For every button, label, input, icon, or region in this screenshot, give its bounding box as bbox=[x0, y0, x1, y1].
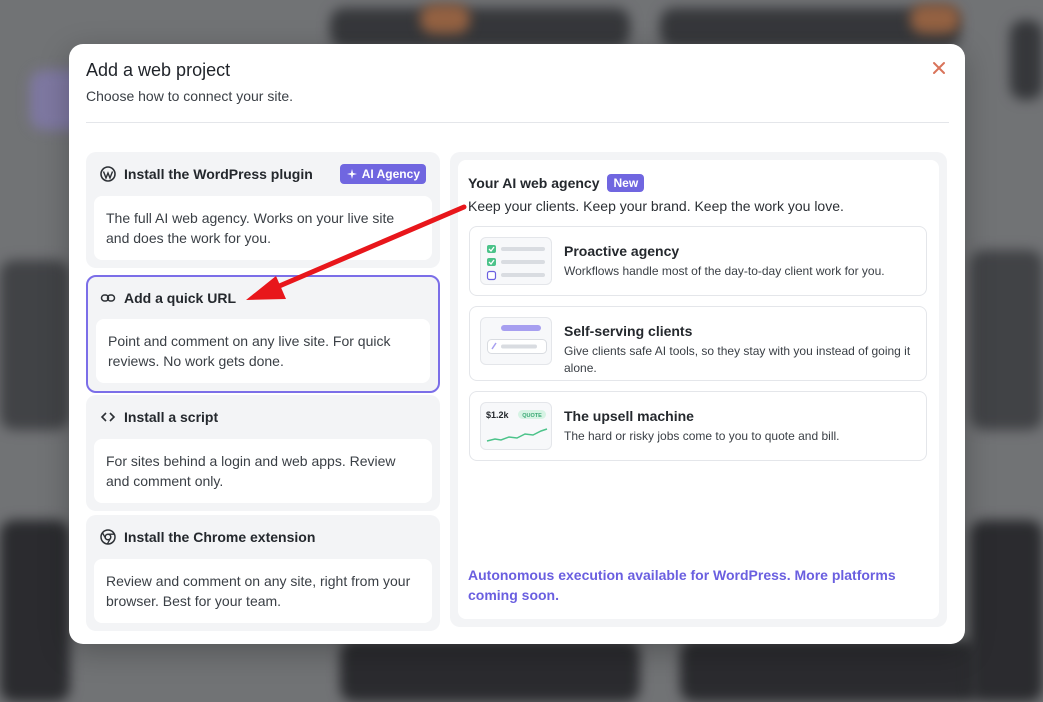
option-quick-url[interactable]: Add a quick URL Point and comment on any… bbox=[86, 275, 440, 393]
ai-agency-panel: Your AI web agency New Keep your clients… bbox=[450, 152, 947, 627]
option-description: For sites behind a login and web apps. R… bbox=[94, 439, 432, 503]
feature-title: The upsell machine bbox=[564, 408, 694, 424]
divider bbox=[86, 122, 949, 123]
chrome-icon bbox=[100, 529, 116, 545]
quote-thumbnail: $1.2k QUOTE bbox=[480, 402, 552, 450]
feature-upsell-machine: $1.2k QUOTE The upsell machine The hard … bbox=[469, 391, 927, 461]
panel-title: Your AI web agency New bbox=[468, 174, 645, 192]
new-badge: New bbox=[607, 174, 645, 192]
option-wordpress-plugin[interactable]: Install the WordPress plugin AI Agency T… bbox=[86, 152, 440, 268]
option-description: The full AI web agency. Works on your li… bbox=[94, 196, 432, 260]
option-title: Install the Chrome extension bbox=[124, 529, 316, 545]
feature-description: Give clients safe AI tools, so they stay… bbox=[564, 344, 911, 375]
dialog-subtitle: Choose how to connect your site. bbox=[86, 88, 294, 104]
feature-description: The hard or risky jobs come to you to qu… bbox=[564, 429, 840, 443]
ai-tools-thumbnail bbox=[480, 317, 552, 365]
checklist-thumbnail bbox=[480, 237, 552, 285]
feature-proactive-agency: Proactive agency Workflows handle most o… bbox=[469, 226, 927, 296]
ai-agency-badge: AI Agency bbox=[339, 164, 426, 184]
feature-title: Self-serving clients bbox=[564, 323, 693, 339]
option-description: Review and comment on any site, right fr… bbox=[94, 559, 432, 623]
link-icon bbox=[100, 290, 116, 306]
option-title: Add a quick URL bbox=[124, 290, 237, 306]
feature-title: Proactive agency bbox=[564, 243, 680, 259]
svg-text:$1.2k: $1.2k bbox=[486, 410, 510, 420]
code-icon bbox=[100, 409, 116, 425]
svg-text:QUOTE: QUOTE bbox=[522, 413, 542, 419]
dialog-title: Add a web project bbox=[86, 60, 231, 80]
option-title: Install the WordPress plugin bbox=[124, 166, 313, 182]
panel-subtitle: Keep your clients. Keep your brand. Keep… bbox=[468, 198, 844, 214]
close-icon[interactable] bbox=[929, 58, 949, 78]
feature-description: Workflows handle most of the day-to-day … bbox=[564, 264, 885, 278]
option-install-script[interactable]: Install a script For sites behind a logi… bbox=[86, 395, 440, 511]
wordpress-icon bbox=[100, 166, 116, 182]
add-web-project-dialog: Add a web project Choose how to connect … bbox=[69, 44, 965, 644]
panel-footer-note: Autonomous execution available for WordP… bbox=[468, 567, 896, 603]
option-description: Point and comment on any live site. For … bbox=[96, 319, 430, 383]
option-title: Install a script bbox=[124, 409, 219, 425]
option-chrome-extension[interactable]: Install the Chrome extension Review and … bbox=[86, 515, 440, 631]
feature-self-serving-clients: Self-serving clients Give clients safe A… bbox=[469, 306, 927, 381]
sparkle-icon bbox=[346, 169, 357, 179]
